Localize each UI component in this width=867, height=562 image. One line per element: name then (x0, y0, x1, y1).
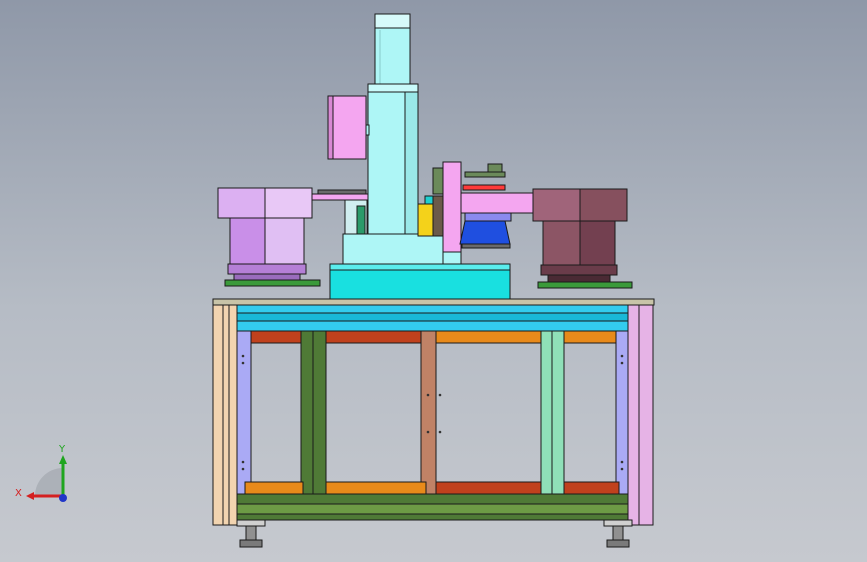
top-crossbeam (236, 304, 629, 332)
triad-x-arrowhead (26, 492, 34, 500)
frame-right-leg (627, 304, 654, 526)
left-vibratory-feeder (217, 187, 321, 287)
frame-left-leg (212, 304, 238, 526)
servo-motor-pink (327, 95, 370, 160)
triad-y-label: Y (58, 444, 66, 455)
orientation-triad: X Y (15, 444, 67, 502)
triad-z-axis-dot (59, 494, 67, 502)
triad-y-arrowhead (59, 455, 67, 464)
cylinder-stack (417, 195, 444, 237)
blue-gripper-block (459, 212, 512, 249)
main-column (367, 83, 419, 235)
leveling-feet (236, 519, 633, 548)
left-feed-rail (311, 189, 369, 235)
triad-x-label: X (15, 488, 22, 499)
frame-posts (236, 330, 629, 495)
machine-assembly-drawing[interactable] (0, 0, 867, 562)
table-top-plate (212, 298, 655, 306)
bottom-crossbeam (236, 493, 629, 521)
right-vibratory-feeder (532, 188, 633, 289)
triad-plane-shading (35, 468, 63, 496)
cad-viewport[interactable]: X Y (0, 0, 867, 562)
spindle-cylinder (374, 13, 411, 85)
